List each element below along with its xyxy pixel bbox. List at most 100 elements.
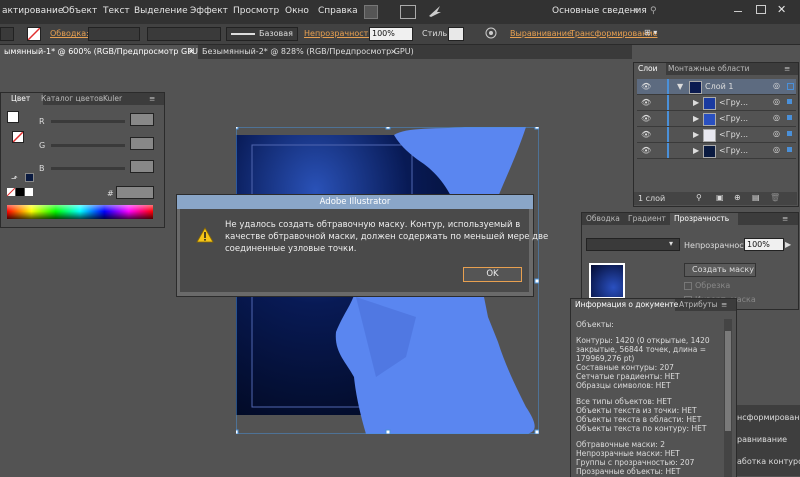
tab-stroke[interactable]: Обводка xyxy=(586,213,620,225)
eye-icon[interactable]: 👁 xyxy=(641,146,651,155)
locate-object-icon[interactable]: ⚲ xyxy=(696,193,702,202)
selection-handle[interactable] xyxy=(534,127,539,130)
layer-name[interactable]: <Гру... xyxy=(719,130,748,139)
stroke-weight-field[interactable] xyxy=(88,27,140,41)
graphic-style-swatch[interactable] xyxy=(448,27,464,41)
tab-gradient[interactable]: Градиент xyxy=(628,213,666,225)
dock-item-pathfinder[interactable]: аботка контуро xyxy=(737,457,800,466)
arrange-documents-icon[interactable] xyxy=(400,5,416,19)
panel-menu-icon[interactable]: ≡ xyxy=(784,63,790,75)
sublayer-row[interactable]: 👁 ▶ <Гру... ◎ xyxy=(637,95,796,111)
clip-checkbox[interactable] xyxy=(684,282,692,290)
hex-field[interactable] xyxy=(116,186,154,199)
layer-name[interactable]: Слой 1 xyxy=(705,82,733,91)
target-icon[interactable]: ◎ xyxy=(773,113,780,122)
b-value[interactable] xyxy=(130,160,154,173)
in-gamut-swatch[interactable] xyxy=(25,173,34,182)
chevron-right-icon[interactable]: ▶ xyxy=(693,114,699,123)
r-value[interactable] xyxy=(130,113,154,126)
chevron-right-icon[interactable]: ▶ xyxy=(785,240,791,249)
close-icon[interactable]: ✕ xyxy=(777,3,786,16)
chevron-right-icon[interactable]: ▶ xyxy=(693,130,699,139)
menu-text[interactable]: Текст xyxy=(103,6,130,16)
menu-edit[interactable]: актирование xyxy=(2,6,63,16)
layer-name[interactable]: <Гру... xyxy=(719,114,748,123)
selection-handle[interactable] xyxy=(385,127,391,130)
stroke-label[interactable]: Обводка: xyxy=(50,29,89,38)
target-icon[interactable]: ◎ xyxy=(773,81,780,90)
black-swatch[interactable] xyxy=(16,188,24,196)
layer-name[interactable]: <Гру... xyxy=(719,98,748,107)
workspace-switcher[interactable]: Основные сведения xyxy=(552,6,647,16)
tab-document-2[interactable]: Безымянный-2* @ 828% (RGB/Предпросмотр G… xyxy=(198,45,414,59)
menu-effect[interactable]: Эффект xyxy=(190,6,228,16)
sublayer-row[interactable]: 👁 ▶ <Гру... ◎ xyxy=(637,111,796,127)
dock-item-transform[interactable]: нсформирован xyxy=(737,413,800,422)
scrollbar[interactable] xyxy=(724,319,732,477)
menu-selection[interactable]: Выделение xyxy=(134,6,188,16)
layer-row[interactable]: 👁 ▼ Слой 1 ◎ xyxy=(637,79,796,95)
search-icon[interactable]: ⚲ xyxy=(650,6,657,16)
chevron-right-icon[interactable]: ▶ xyxy=(693,98,699,107)
tab-artboards[interactable]: Монтажные области xyxy=(668,63,749,75)
eye-icon[interactable]: 👁 xyxy=(641,130,651,139)
bridge-icon[interactable] xyxy=(364,5,378,19)
target-icon[interactable]: ◎ xyxy=(773,145,780,154)
tab-document-info[interactable]: Информация о документе xyxy=(571,299,678,311)
maximize-icon[interactable] xyxy=(756,5,766,14)
stroke-indicator[interactable] xyxy=(12,131,24,143)
panel-menu-icon[interactable]: ≡ xyxy=(149,93,155,105)
sublayer-row[interactable]: 👁 ▶ <Гру... ◎ xyxy=(637,143,796,159)
minimize-icon[interactable] xyxy=(734,11,742,12)
eye-icon[interactable]: 👁 xyxy=(641,98,651,107)
close-tab-icon[interactable]: × xyxy=(390,45,397,59)
new-layer-icon[interactable]: ▤ xyxy=(752,193,760,202)
panel-menu-icon[interactable]: ≡ xyxy=(721,299,727,311)
menu-view[interactable]: Просмотр xyxy=(233,6,279,16)
selection-handle[interactable] xyxy=(534,278,539,284)
menu-object[interactable]: Объект xyxy=(62,6,97,16)
selection-indicator[interactable] xyxy=(787,131,792,136)
brush-definition[interactable]: Базовая xyxy=(226,27,298,41)
selection-indicator[interactable] xyxy=(787,99,792,104)
gpu-performance-icon[interactable] xyxy=(428,4,442,18)
variable-width-profile[interactable] xyxy=(147,27,221,41)
chevron-down-icon[interactable]: ▼ xyxy=(677,82,683,91)
tab-swatch-libraries[interactable]: Каталог цветов xyxy=(41,93,103,105)
selection-handle[interactable] xyxy=(236,429,239,434)
align-link[interactable]: Выравнивание xyxy=(510,29,572,38)
chevron-down-icon[interactable]: ▾ xyxy=(634,6,639,16)
new-sublayer-icon[interactable]: ⊕ xyxy=(734,193,741,202)
opacity-field[interactable]: 100% xyxy=(744,238,784,251)
close-tab-icon[interactable]: × xyxy=(188,45,195,59)
tab-kuler[interactable]: Kuler xyxy=(103,93,122,105)
opacity-label[interactable]: Непрозрачность: xyxy=(304,29,376,38)
chevron-right-icon[interactable]: ▶ xyxy=(693,146,699,155)
clipping-mask-icon[interactable]: ▣ xyxy=(716,193,724,202)
b-slider[interactable] xyxy=(51,167,125,170)
none-swatch[interactable] xyxy=(6,187,16,197)
make-mask-button[interactable]: Создать маску xyxy=(684,263,756,277)
blend-mode-select[interactable]: ▾ xyxy=(586,238,680,251)
g-slider[interactable] xyxy=(51,144,125,147)
trash-icon[interactable]: 🗑 xyxy=(770,193,780,202)
fill-indicator[interactable] xyxy=(7,111,19,123)
eye-icon[interactable]: 👁 xyxy=(641,114,651,123)
selection-handle[interactable] xyxy=(534,429,539,434)
tab-attributes[interactable]: Атрибуты xyxy=(679,299,718,311)
selection-indicator[interactable] xyxy=(787,147,792,152)
tab-transparency[interactable]: Прозрачность xyxy=(670,213,738,225)
out-of-gamut-icon[interactable]: ⬏ xyxy=(11,174,18,183)
isolate-icon[interactable]: ⊞ ▾ xyxy=(644,28,657,37)
ok-button[interactable]: OK xyxy=(463,267,522,282)
selection-handle[interactable] xyxy=(236,127,239,130)
tab-layers[interactable]: Слои xyxy=(634,63,666,75)
g-value[interactable] xyxy=(130,137,154,150)
sublayer-row[interactable]: 👁 ▶ <Гру... ◎ xyxy=(637,127,796,143)
target-icon[interactable]: ◎ xyxy=(773,97,780,106)
selection-handle[interactable] xyxy=(385,429,391,434)
tab-document-1[interactable]: ымянный-1* @ 600% (RGB/Предпросмотр GPU)… xyxy=(0,45,201,59)
target-icon[interactable]: ◎ xyxy=(773,129,780,138)
white-swatch[interactable] xyxy=(25,188,33,196)
color-spectrum[interactable] xyxy=(7,205,153,219)
